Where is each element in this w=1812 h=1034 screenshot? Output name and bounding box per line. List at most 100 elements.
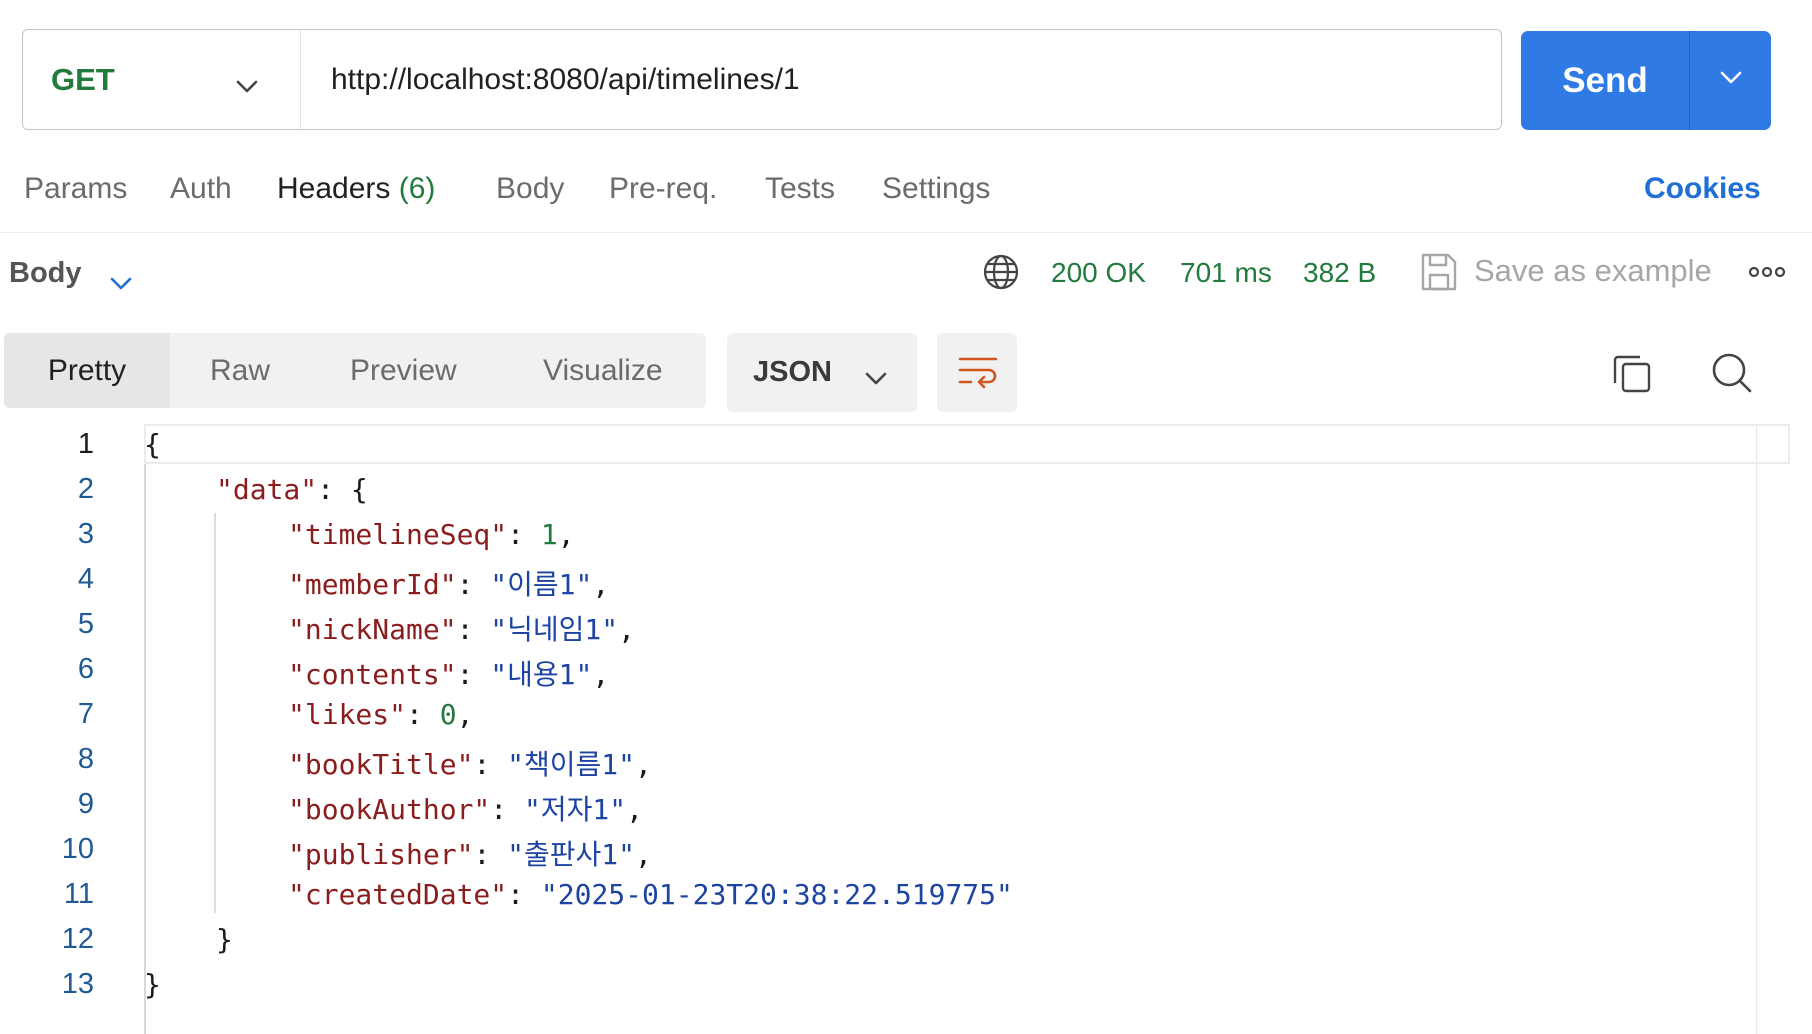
line-number: 5 bbox=[77, 608, 94, 640]
json-value: "내용1" bbox=[490, 658, 593, 691]
line-number: 3 bbox=[77, 518, 94, 550]
json-punct: , bbox=[635, 838, 652, 871]
line-number: 6 bbox=[77, 653, 94, 685]
json-punct: , bbox=[456, 698, 474, 731]
code-line: "bookAuthor": "저자1", bbox=[288, 793, 643, 826]
json-punct: , bbox=[618, 613, 636, 646]
tab-raw[interactable]: Raw bbox=[210, 333, 270, 408]
chevron-down-icon bbox=[1720, 71, 1742, 90]
code-line: "createdDate": "2025-01-23T20:38:22.5197… bbox=[288, 878, 1013, 911]
view-mode-tabs: Pretty Raw Preview Visualize bbox=[4, 333, 706, 408]
json-brace: } bbox=[144, 968, 161, 1001]
json-punct: , bbox=[635, 748, 652, 781]
json-key: "createdDate" bbox=[288, 878, 508, 911]
format-select[interactable]: JSON bbox=[727, 333, 917, 412]
save-as-example-button[interactable]: Save as example bbox=[1474, 253, 1712, 289]
response-section-select[interactable]: Body bbox=[9, 257, 132, 290]
chevron-down-icon bbox=[865, 361, 887, 394]
line-number: 12 bbox=[61, 923, 94, 955]
code-line: "nickName": "닉네임1", bbox=[288, 613, 636, 646]
tab-settings[interactable]: Settings bbox=[882, 172, 990, 206]
tab-headers-count: (6) bbox=[398, 172, 436, 205]
json-value: "출판사1" bbox=[507, 838, 636, 871]
status-badge[interactable]: 200 OK bbox=[1051, 257, 1146, 289]
json-brace: } bbox=[216, 923, 233, 956]
code-line: "timelineSeq": 1, bbox=[288, 518, 575, 551]
format-label: JSON bbox=[753, 356, 832, 388]
line-number: 10 bbox=[61, 833, 94, 865]
json-value: "닉네임1" bbox=[490, 613, 619, 646]
cookies-link[interactable]: Cookies bbox=[1644, 172, 1761, 206]
code-line: "contents": "내용1", bbox=[288, 658, 610, 691]
json-punct: : { bbox=[317, 473, 368, 506]
json-value: "책이름1" bbox=[507, 748, 636, 781]
method-label: GET bbox=[51, 61, 115, 97]
tab-body[interactable]: Body bbox=[496, 172, 564, 206]
json-key: "bookTitle" bbox=[288, 748, 474, 781]
code-line: "publisher": "출판사1", bbox=[288, 838, 652, 871]
line-number: 13 bbox=[61, 968, 94, 1000]
response-section-label: Body bbox=[9, 257, 82, 289]
code-line: } bbox=[144, 968, 161, 1001]
code-line: "likes": 0, bbox=[288, 698, 474, 731]
json-key: "likes" bbox=[288, 698, 407, 731]
code-line: "bookTitle": "책이름1", bbox=[288, 748, 652, 781]
wrap-lines-button[interactable] bbox=[937, 333, 1017, 412]
line-number: 1 bbox=[77, 428, 94, 460]
json-value: "2025-01-23T20:38:22.519775" bbox=[540, 878, 1013, 911]
url-input[interactable]: http://localhost:8080/api/timelines/1 bbox=[331, 30, 800, 129]
json-value: 1 bbox=[540, 518, 558, 551]
chevron-down-icon bbox=[110, 266, 132, 299]
more-icon[interactable] bbox=[1748, 263, 1786, 286]
tab-headers-label: Headers bbox=[277, 172, 391, 205]
code-line: } bbox=[216, 923, 233, 956]
tabs-divider bbox=[0, 232, 1812, 233]
indent-guide bbox=[214, 513, 216, 913]
tab-pretty[interactable]: Pretty bbox=[4, 333, 170, 408]
json-brace: { bbox=[144, 428, 161, 461]
copy-icon[interactable] bbox=[1612, 352, 1652, 399]
response-size[interactable]: 382 B bbox=[1303, 257, 1376, 289]
json-punct: , bbox=[557, 518, 575, 551]
save-icon[interactable] bbox=[1420, 252, 1458, 297]
tab-tests[interactable]: Tests bbox=[765, 172, 835, 206]
json-value: "이름1" bbox=[490, 568, 593, 601]
search-icon[interactable] bbox=[1711, 352, 1753, 399]
request-url-bar: GET http://localhost:8080/api/timelines/… bbox=[22, 29, 1502, 130]
json-value: 0 bbox=[439, 698, 457, 731]
line-number: 7 bbox=[77, 698, 94, 730]
line-number: 9 bbox=[77, 788, 94, 820]
method-select[interactable]: GET bbox=[23, 30, 301, 129]
json-punct: , bbox=[626, 793, 643, 826]
json-key: "bookAuthor" bbox=[288, 793, 491, 826]
code-line: "memberId": "이름1", bbox=[288, 568, 610, 601]
json-punct: , bbox=[592, 658, 610, 691]
send-options-button[interactable] bbox=[1690, 31, 1771, 130]
send-button[interactable]: Send bbox=[1521, 31, 1689, 130]
tab-visualize[interactable]: Visualize bbox=[543, 333, 663, 408]
tab-preview[interactable]: Preview bbox=[350, 333, 457, 408]
wrap-lines-icon bbox=[958, 355, 998, 396]
json-value: "저자1" bbox=[524, 793, 627, 826]
send-button-group: Send bbox=[1521, 31, 1771, 130]
json-key: "memberId" bbox=[288, 568, 457, 601]
json-key: "nickName" bbox=[288, 613, 457, 646]
json-key: "publisher" bbox=[288, 838, 474, 871]
editor-scrollbar-track[interactable] bbox=[1756, 424, 1757, 1034]
tab-headers[interactable]: Headers (6) bbox=[277, 172, 435, 206]
tab-auth[interactable]: Auth bbox=[170, 172, 232, 206]
globe-icon[interactable] bbox=[982, 253, 1020, 296]
chevron-down-icon bbox=[236, 66, 258, 102]
code-line: { bbox=[144, 428, 161, 461]
line-number: 2 bbox=[77, 473, 94, 505]
current-line-highlight bbox=[144, 424, 1790, 464]
line-number: 8 bbox=[77, 743, 94, 775]
response-time[interactable]: 701 ms bbox=[1180, 257, 1272, 289]
json-punct: , bbox=[592, 568, 610, 601]
json-key: "timelineSeq" bbox=[288, 518, 508, 551]
code-line: "data": { bbox=[216, 473, 368, 506]
tab-params[interactable]: Params bbox=[24, 172, 127, 206]
line-number: 4 bbox=[77, 563, 94, 595]
tab-prereq[interactable]: Pre-req. bbox=[609, 172, 717, 206]
line-number: 11 bbox=[63, 878, 94, 910]
